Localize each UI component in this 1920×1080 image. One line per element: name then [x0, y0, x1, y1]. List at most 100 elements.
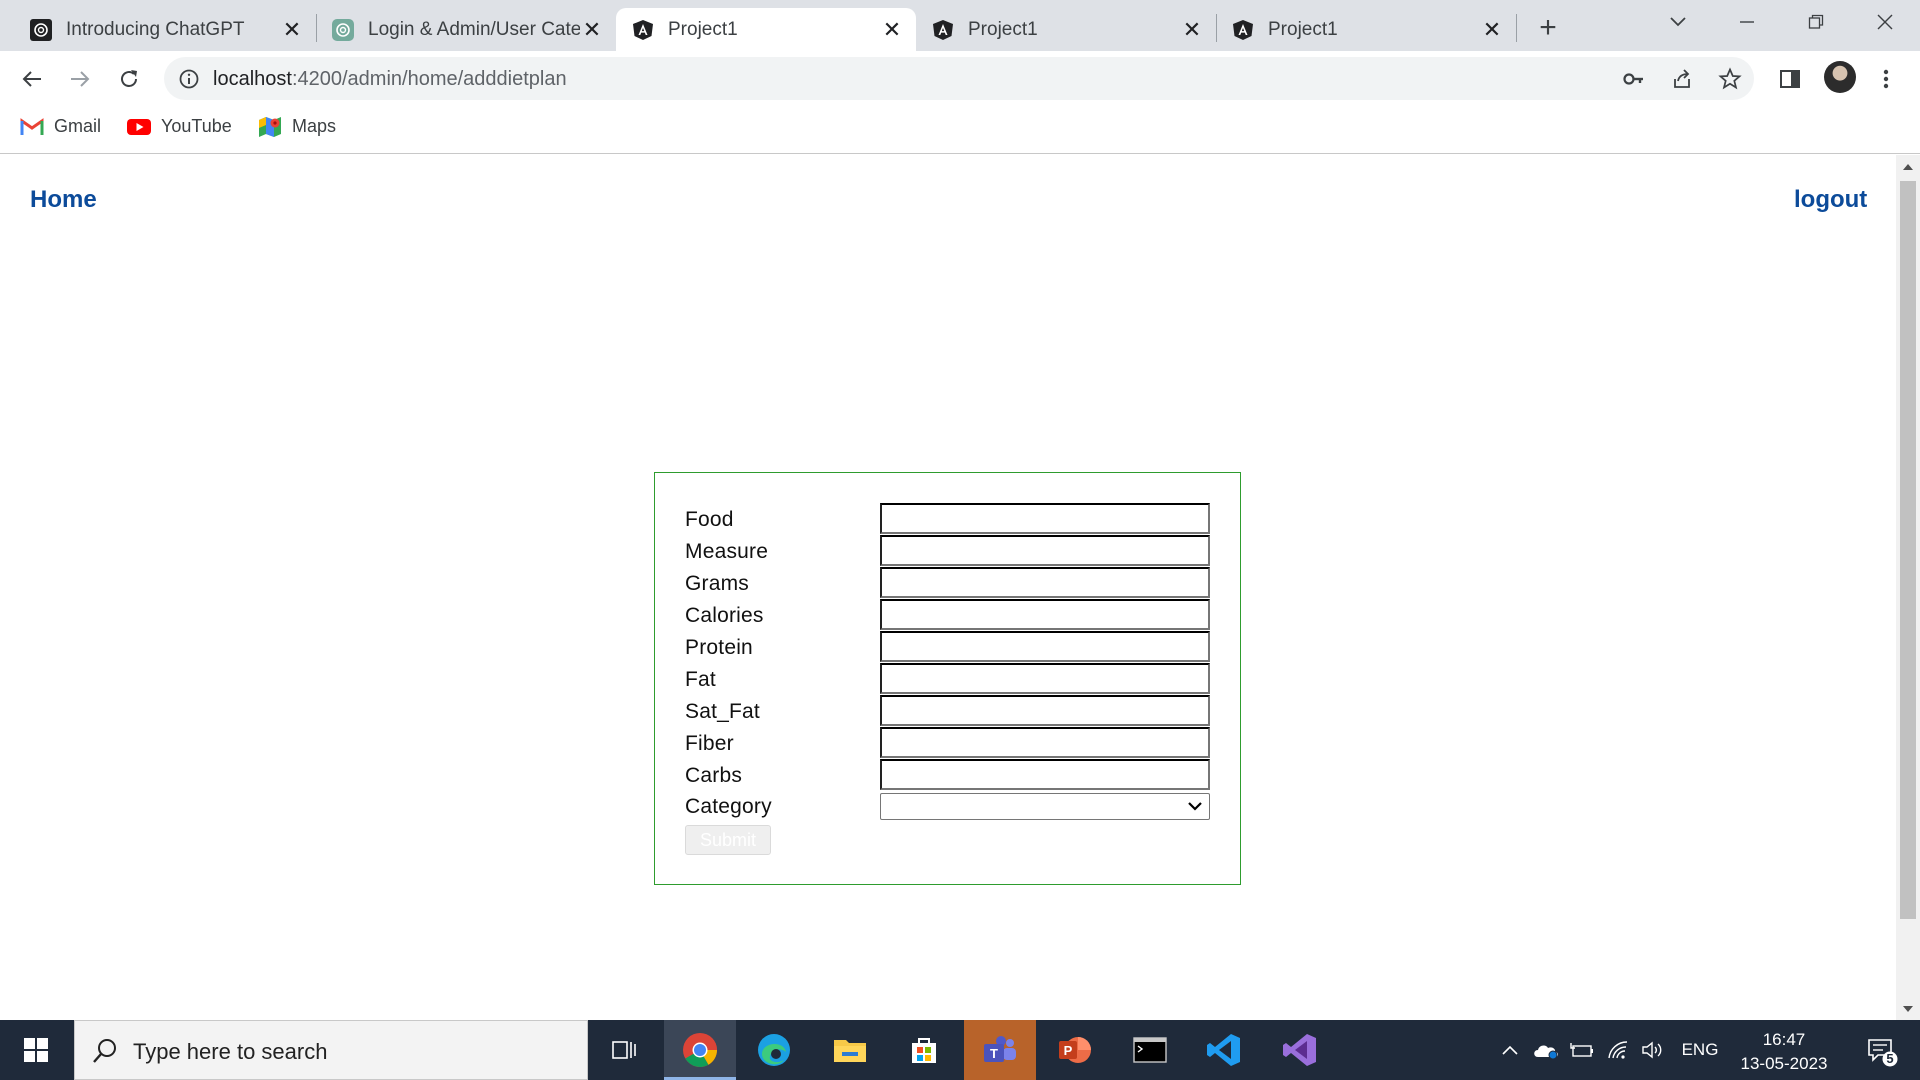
- profile-avatar[interactable]: [1824, 61, 1856, 93]
- tab-title: Project1: [1268, 18, 1338, 40]
- close-icon[interactable]: ✕: [580, 17, 604, 42]
- tab-project1[interactable]: Project1 ✕: [1216, 8, 1516, 51]
- taskbar-chrome[interactable]: [664, 1020, 736, 1080]
- close-window-button[interactable]: [1855, 0, 1915, 44]
- submit-button[interactable]: Submit: [685, 825, 771, 855]
- volume-icon: [1642, 1041, 1662, 1059]
- category-select[interactable]: [880, 793, 1210, 820]
- share-icon[interactable]: [1670, 67, 1694, 91]
- tab-login-admin[interactable]: Login & Admin/User Cate ✕: [316, 8, 616, 51]
- logout-link[interactable]: logout: [1794, 186, 1867, 214]
- scroll-down-icon[interactable]: [1902, 1003, 1914, 1015]
- tab-project1-active[interactable]: Project1 ✕: [616, 8, 916, 51]
- field-label: Sat_Fat: [685, 700, 760, 723]
- taskbar-store[interactable]: [888, 1020, 960, 1080]
- bookmarks-bar: Gmail YouTube Maps: [0, 106, 1920, 154]
- tab-search-button[interactable]: [1648, 0, 1708, 44]
- tray-battery[interactable]: [1566, 1020, 1598, 1080]
- tray-network[interactable]: [1602, 1020, 1634, 1080]
- restore-button[interactable]: [1786, 0, 1846, 44]
- back-button[interactable]: [14, 61, 50, 97]
- form-row-food: Food: [685, 503, 1210, 535]
- taskbar-vscode[interactable]: [1188, 1020, 1260, 1080]
- key-icon[interactable]: [1622, 67, 1646, 91]
- clock-time: 16:47: [1762, 1030, 1806, 1049]
- scrollbar-thumb[interactable]: [1900, 181, 1916, 919]
- close-icon[interactable]: ✕: [1180, 17, 1204, 42]
- close-icon[interactable]: ✕: [1480, 17, 1504, 42]
- field-label: Calories: [685, 604, 764, 627]
- vscode-icon: [1207, 1034, 1240, 1066]
- taskbar-powerpoint[interactable]: P: [1038, 1020, 1110, 1080]
- angular-icon: [1232, 19, 1254, 41]
- start-button[interactable]: [0, 1020, 72, 1080]
- url-text[interactable]: localhost:4200/admin/home/adddietplan: [213, 68, 567, 91]
- taskbar-edge[interactable]: [738, 1020, 810, 1080]
- tab-project1[interactable]: Project1 ✕: [916, 8, 1216, 51]
- bookmark-youtube[interactable]: YouTube: [127, 116, 232, 137]
- page-content: Home logout Food Measure Grams Calories …: [0, 155, 1896, 1020]
- taskbar-teams[interactable]: T: [964, 1020, 1036, 1080]
- url-host: localhost: [213, 68, 292, 90]
- browser-tab-strip: Introducing ChatGPT ✕ Login & Admin/User…: [0, 0, 1920, 51]
- grams-input[interactable]: [880, 567, 1210, 598]
- tray-volume[interactable]: [1638, 1020, 1670, 1080]
- tray-onedrive[interactable]: [1528, 1020, 1564, 1080]
- task-view-icon: [612, 1041, 636, 1059]
- taskbar-visual-studio[interactable]: [1264, 1020, 1336, 1080]
- language-indicator: ENG: [1681, 1040, 1719, 1059]
- url-path: :4200/admin/home/adddietplan: [291, 68, 567, 90]
- reload-button[interactable]: [111, 61, 147, 97]
- close-icon[interactable]: ✕: [280, 17, 304, 42]
- youtube-icon: [127, 117, 151, 137]
- protein-input[interactable]: [880, 631, 1210, 662]
- task-view-button[interactable]: [588, 1020, 660, 1080]
- carbs-input[interactable]: [880, 759, 1210, 790]
- minimize-button[interactable]: [1717, 0, 1777, 44]
- store-icon: [912, 1038, 936, 1063]
- bookmark-label: Maps: [292, 116, 337, 136]
- tray-language[interactable]: ENG: [1676, 1020, 1724, 1080]
- field-label: Fiber: [685, 732, 734, 755]
- field-label: Fat: [685, 668, 716, 691]
- arrow-right-icon: [71, 71, 90, 87]
- angular-icon: [632, 19, 654, 41]
- close-icon[interactable]: ✕: [880, 17, 904, 42]
- more-menu-icon[interactable]: [1872, 65, 1900, 93]
- visual-studio-icon: [1283, 1034, 1316, 1066]
- tab-separator: [1516, 14, 1517, 42]
- taskbar-file-explorer[interactable]: [814, 1020, 886, 1080]
- arrow-left-icon: [22, 71, 41, 87]
- address-bar[interactable]: localhost:4200/admin/home/adddietplan: [164, 57, 1754, 100]
- search-placeholder: Type here to search: [133, 1039, 328, 1064]
- field-label: Protein: [685, 636, 753, 659]
- scroll-up-icon[interactable]: [1902, 161, 1914, 173]
- side-panel-icon[interactable]: [1776, 65, 1804, 93]
- bookmark-label: YouTube: [161, 116, 232, 136]
- field-label: Food: [685, 508, 734, 531]
- taskbar-search[interactable]: Type here to search: [74, 1020, 588, 1080]
- home-link[interactable]: Home: [30, 186, 97, 214]
- star-icon[interactable]: [1718, 67, 1742, 91]
- page-scrollbar[interactable]: [1896, 155, 1920, 1020]
- bookmark-gmail[interactable]: Gmail: [20, 116, 101, 137]
- tab-title: Introducing ChatGPT: [66, 18, 245, 40]
- measure-input[interactable]: [880, 535, 1210, 566]
- info-icon[interactable]: [178, 68, 200, 90]
- new-tab-button[interactable]: +: [1532, 11, 1564, 44]
- taskbar-terminal[interactable]: [1114, 1020, 1186, 1080]
- openai-icon: [30, 18, 52, 41]
- taskbar-clock[interactable]: 16:47 13-05-2023: [1736, 1028, 1832, 1076]
- bookmark-maps[interactable]: Maps: [258, 116, 336, 137]
- close-icon: [1877, 14, 1893, 30]
- tab-introducing-chatgpt[interactable]: Introducing ChatGPT ✕: [14, 8, 316, 51]
- tray-show-hidden[interactable]: [1496, 1020, 1524, 1080]
- food-input[interactable]: [880, 503, 1210, 534]
- fat-input[interactable]: [880, 663, 1210, 694]
- sat-fat-input[interactable]: [880, 695, 1210, 726]
- calories-input[interactable]: [880, 599, 1210, 630]
- notification-center[interactable]: 5: [1852, 1020, 1912, 1080]
- forward-button[interactable]: [62, 61, 98, 97]
- angular-icon: [932, 19, 954, 41]
- fiber-input[interactable]: [880, 727, 1210, 758]
